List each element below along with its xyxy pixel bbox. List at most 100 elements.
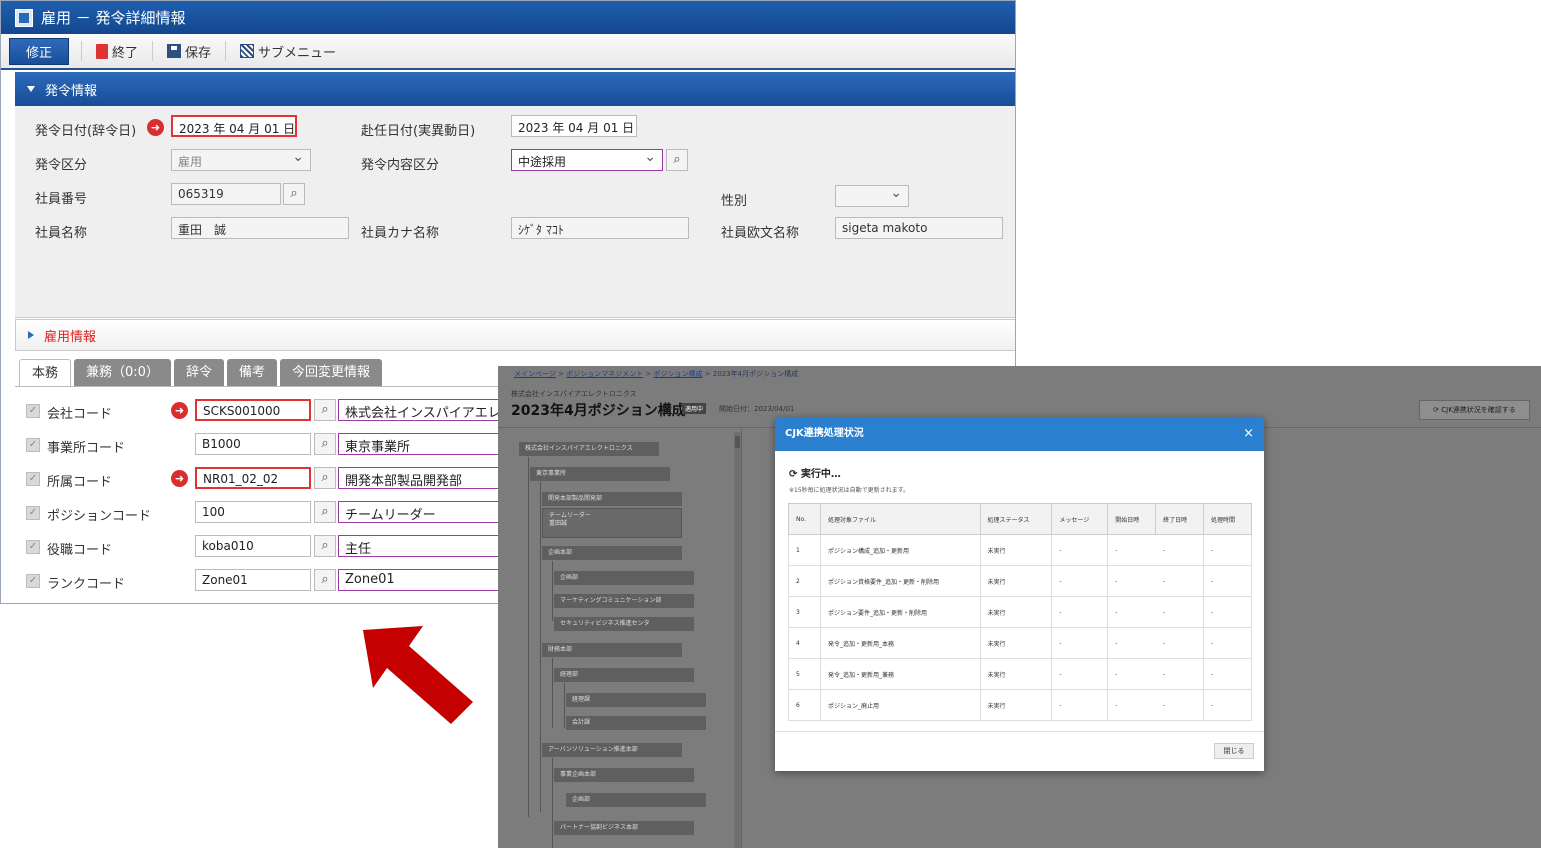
col-file: 処理対象ファイル xyxy=(819,503,981,535)
dept-code-label: 所属コード xyxy=(47,475,113,490)
checkbox-icon[interactable]: ✓ xyxy=(26,574,40,588)
tree-node[interactable]: 財務本部 xyxy=(542,643,682,657)
breadcrumb: メインページ > ポジションマネジメント > ポジション構成 > 2023年4月… xyxy=(514,370,799,378)
title-code-search-icon[interactable] xyxy=(314,535,336,557)
tree-node[interactable]: 経理課 xyxy=(566,693,706,707)
dept-code-input[interactable]: NR01_02_02 xyxy=(195,467,311,489)
cell-end: - xyxy=(1155,596,1204,628)
cell-end: - xyxy=(1155,565,1204,597)
exit-button[interactable]: 終了 xyxy=(81,41,152,61)
callout-arrow-icon xyxy=(363,626,473,724)
tree-node[interactable]: 株式会社インスパイアエレクトロニクス xyxy=(519,442,659,456)
checkbox-icon[interactable]: ✓ xyxy=(26,404,40,418)
window-titlebar: 雇用 － 発令詳細情報 xyxy=(1,1,1015,34)
cell-duration: - xyxy=(1203,534,1252,566)
cell-file: ポジション資格要件_追加・更新・削除用 xyxy=(819,565,981,597)
breadcrumb-position-structure[interactable]: ポジション構成 xyxy=(654,370,703,378)
assign-date-input[interactable]: 2023 年 04 月 01 日 xyxy=(511,115,637,137)
dialog-close-button[interactable]: 閉じる xyxy=(1214,743,1254,759)
cell-no: 2 xyxy=(788,565,821,597)
section-issue-header[interactable]: 発令情報 xyxy=(15,72,1015,106)
tab-remarks[interactable]: 備考 xyxy=(226,359,277,387)
office-code-search-icon[interactable] xyxy=(314,433,336,455)
name-input[interactable]: 重田 誠 xyxy=(171,217,349,239)
breadcrumb-position-mgmt[interactable]: ポジションマネジメント xyxy=(566,370,643,378)
company-code-input[interactable]: SCKS001000 xyxy=(195,399,311,421)
tree-scrollbar[interactable] xyxy=(734,432,741,848)
content-search-icon[interactable] xyxy=(666,149,688,171)
company-code-search-icon[interactable] xyxy=(314,399,336,421)
refresh-note: ※15秒毎に処理状況は自動で更新されます。 xyxy=(789,487,910,494)
category-select[interactable]: 雇用 xyxy=(171,149,311,171)
issue-date-input[interactable]: 2023 年 04 月 01 日 xyxy=(171,115,297,137)
tab-concurrent[interactable]: 兼務（0:0） xyxy=(74,359,171,387)
checkbox-icon[interactable]: ✓ xyxy=(26,472,40,486)
col-no: No. xyxy=(788,503,821,535)
cell-status: 未実行 xyxy=(979,534,1053,566)
save-button[interactable]: 保存 xyxy=(152,41,225,61)
position-code-search-icon[interactable] xyxy=(314,501,336,523)
office-code-input[interactable]: B1000 xyxy=(195,433,311,455)
emp-no-search-icon[interactable] xyxy=(283,183,305,205)
tree-node[interactable]: 企画部 xyxy=(566,793,706,807)
checkbox-icon[interactable]: ✓ xyxy=(26,438,40,452)
org-tree: 株式会社インスパイアエレクトロニクス 東京事業所 開発本部製品開発部 チームリー… xyxy=(506,429,742,848)
rank-code-search-icon[interactable] xyxy=(314,569,336,591)
company-name-field: 株式会社インスパイアエレクトロニクス xyxy=(338,399,508,421)
section-hire-title: 雇用情報 xyxy=(44,329,97,345)
roman-input[interactable]: sigeta makoto xyxy=(835,217,1003,239)
tree-position-box[interactable]: チームリーダー 重田誠 xyxy=(542,508,682,538)
tree-node[interactable]: 東京事業所 xyxy=(530,467,670,481)
emp-no-label: 社員番号 xyxy=(35,192,88,207)
title-code-input[interactable]: koba010 xyxy=(195,535,311,557)
kana-input[interactable]: ｼｹﾞﾀ ﾏｺﾄ xyxy=(511,217,689,239)
tree-node[interactable]: マーケティングコミュニケーション部 xyxy=(554,594,694,608)
cell-no: 4 xyxy=(788,627,821,659)
emp-no-input[interactable]: 065319 xyxy=(171,183,281,205)
dept-name-field: 開発本部製品開発部 xyxy=(338,467,508,489)
tree-node[interactable]: 開発本部製品開発部 xyxy=(542,492,682,506)
checkbox-icon[interactable]: ✓ xyxy=(26,506,40,520)
tab-order[interactable]: 辞令 xyxy=(173,359,224,387)
issue-form-panel: 発令日付(辞令日) ➜ 2023 年 04 月 01 日 赴任日付(実異動日) … xyxy=(15,106,1015,318)
position-code-input[interactable]: 100 xyxy=(195,501,311,523)
tree-node[interactable]: アーバンソリューション推進本部 xyxy=(542,743,682,757)
content-select[interactable]: 中途採用 xyxy=(511,149,663,171)
tree-node[interactable]: 事業企画本部 xyxy=(554,768,694,782)
tab-changes[interactable]: 今回変更情報 xyxy=(279,359,382,387)
dept-code-search-icon[interactable] xyxy=(314,467,336,489)
scrollbar-thumb[interactable] xyxy=(735,436,740,448)
cjk-check-button[interactable]: ⟳ CJK連携状況を確認する xyxy=(1419,400,1530,420)
cjk-check-label: CJK連携状況を確認する xyxy=(1441,406,1516,414)
collapse-icon xyxy=(27,86,35,92)
cell-message: - xyxy=(1051,689,1109,721)
gender-select[interactable] xyxy=(835,185,909,207)
kana-label: 社員カナ名称 xyxy=(361,226,440,241)
gender-label: 性別 xyxy=(721,194,748,209)
checkbox-icon[interactable]: ✓ xyxy=(26,540,40,554)
section-hire-header[interactable]: 雇用情報 xyxy=(15,319,1015,351)
cell-no: 5 xyxy=(788,658,821,690)
save-label: 保存 xyxy=(185,45,212,61)
rank-code-input[interactable]: Zone01 xyxy=(195,569,311,591)
tree-node[interactable]: パートナー協創ビジネス本部 xyxy=(554,821,694,835)
title-name-field: 主任 xyxy=(338,535,508,557)
tab-main[interactable]: 本務 xyxy=(19,359,72,387)
rank-name-field: Zone01 xyxy=(338,569,508,591)
col-status: 処理ステータス xyxy=(979,503,1053,535)
edit-button[interactable]: 修正 xyxy=(9,37,70,65)
tree-node[interactable]: 経理部 xyxy=(554,668,694,682)
company-code-label: 会社コード xyxy=(47,407,113,422)
tree-node[interactable]: 会計課 xyxy=(566,716,706,730)
submenu-button[interactable]: サブメニュー xyxy=(225,41,350,61)
rank-code-label: ランクコード xyxy=(47,577,126,592)
tree-node[interactable]: セキュリティビジネス推進センタ xyxy=(554,617,694,631)
table-row: 4 発令_追加・更新用_本務 未実行 - - - - xyxy=(788,627,1252,659)
tree-node: チームリーダー xyxy=(549,512,591,519)
tree-node[interactable]: 企画本部 xyxy=(542,546,682,560)
tree-node[interactable]: 企画部 xyxy=(554,571,694,585)
cell-duration: - xyxy=(1203,658,1252,690)
breadcrumb-home[interactable]: メインページ xyxy=(514,370,556,378)
tree-line xyxy=(552,758,553,848)
close-icon[interactable]: × xyxy=(1243,417,1254,451)
